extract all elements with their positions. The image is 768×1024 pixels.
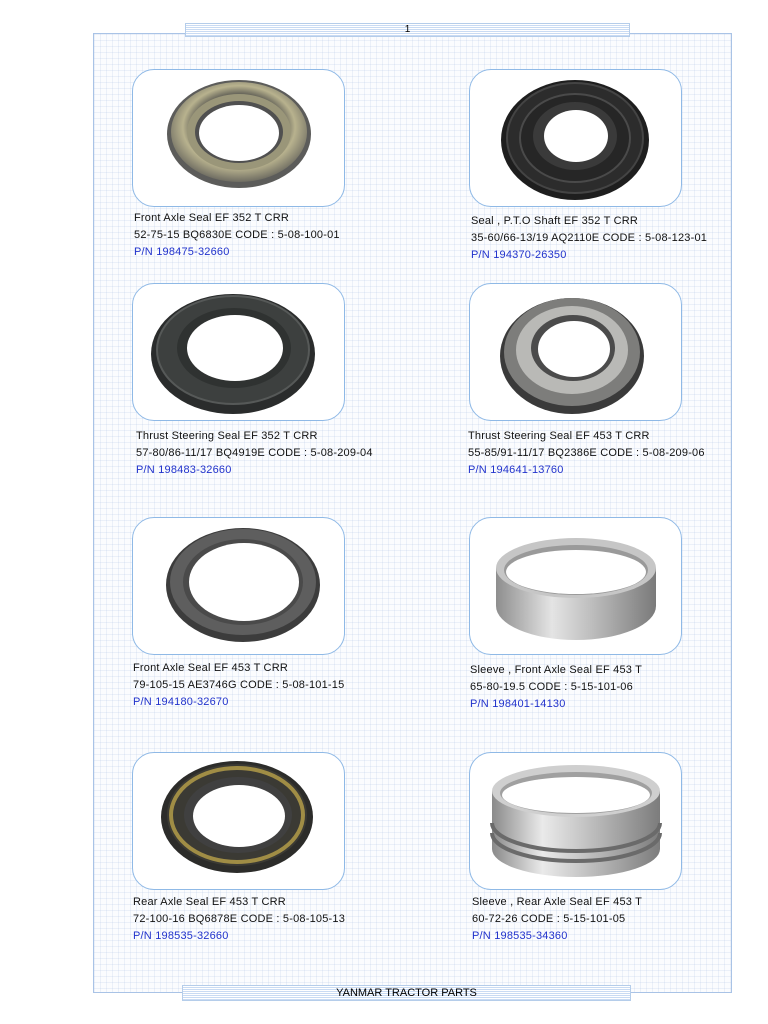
part-number: P/N 198483-32660	[136, 464, 232, 476]
part-caption-4: Thrust Steering Seal EF 453 T CRR 55-85/…	[468, 428, 705, 479]
part-caption-2: Seal , P.T.O Shaft EF 352 T CRR 35-60/66…	[471, 213, 707, 264]
part-name: Thrust Steering Seal EF 453 T CRR	[468, 430, 650, 442]
part-spec: 57-80/86-11/17 BQ4919E CODE : 5-08-209-0…	[136, 447, 373, 459]
part-spec: 52-75-15 BQ6830E CODE : 5-08-100-01	[134, 229, 340, 241]
part-caption-7: Rear Axle Seal EF 453 T CRR 72-100-16 BQ…	[133, 894, 345, 945]
oil-seal-gold-rim-icon	[161, 761, 313, 873]
footer-title: YANMAR TRACTOR PARTS	[182, 985, 631, 1001]
oil-seal-black-icon	[501, 80, 649, 200]
part-spec: 55-85/91-11/17 BQ2386E CODE : 5-08-209-0…	[468, 447, 705, 459]
part-name: Front Axle Seal EF 453 T CRR	[133, 662, 288, 674]
part-card-3	[132, 283, 345, 421]
part-name: Thrust Steering Seal EF 352 T CRR	[136, 430, 318, 442]
part-number: P/N 194180-32670	[133, 696, 229, 708]
part-number: P/N 194370-26350	[471, 249, 567, 261]
part-card-1	[132, 69, 345, 207]
part-spec: 35-60/66-13/19 AQ2110E CODE : 5-08-123-0…	[471, 232, 708, 244]
part-name: Sleeve , Front Axle Seal EF 453 T	[470, 664, 643, 676]
oil-seal-dark-icon	[166, 528, 320, 642]
part-number: P/N 194641-13760	[468, 464, 564, 476]
part-card-4	[469, 283, 682, 421]
part-number: P/N 198535-32660	[133, 930, 229, 942]
oil-seal-black-icon	[151, 294, 315, 414]
part-number: P/N 198401-14130	[470, 698, 566, 710]
steel-sleeve-icon	[496, 538, 656, 640]
part-spec: 60-72-26 CODE : 5-15-101-05	[472, 913, 626, 925]
page-number: 1	[185, 23, 630, 37]
oil-seal-gold-icon	[167, 80, 311, 188]
grooved-sleeve-icon	[490, 765, 662, 877]
part-caption-1: Front Axle Seal EF 352 T CRR 52-75-15 BQ…	[134, 210, 340, 261]
part-card-8	[469, 752, 682, 890]
part-card-2	[469, 69, 682, 207]
part-number: P/N 198475-32660	[134, 246, 230, 258]
part-card-5	[132, 517, 345, 655]
part-spec: 79-105-15 AE3746G CODE : 5-08-101-15	[133, 679, 345, 691]
part-name: Rear Axle Seal EF 453 T CRR	[133, 896, 286, 908]
oil-seal-grey-icon	[500, 298, 644, 414]
part-spec: 65-80-19.5 CODE : 5-15-101-06	[470, 681, 633, 693]
part-name: Seal , P.T.O Shaft EF 352 T CRR	[471, 215, 638, 227]
part-card-7	[132, 752, 345, 890]
part-number: P/N 198535-34360	[472, 930, 568, 942]
part-name: Sleeve , Rear Axle Seal EF 453 T	[472, 896, 643, 908]
part-card-6	[469, 517, 682, 655]
part-caption-3: Thrust Steering Seal EF 352 T CRR 57-80/…	[136, 428, 373, 479]
part-spec: 72-100-16 BQ6878E CODE : 5-08-105-13	[133, 913, 346, 925]
part-caption-5: Front Axle Seal EF 453 T CRR 79-105-15 A…	[133, 660, 344, 711]
part-caption-8: Sleeve , Rear Axle Seal EF 453 T 60-72-2…	[472, 894, 642, 945]
part-name: Front Axle Seal EF 352 T CRR	[134, 212, 289, 224]
part-caption-6: Sleeve , Front Axle Seal EF 453 T 65-80-…	[470, 662, 642, 713]
